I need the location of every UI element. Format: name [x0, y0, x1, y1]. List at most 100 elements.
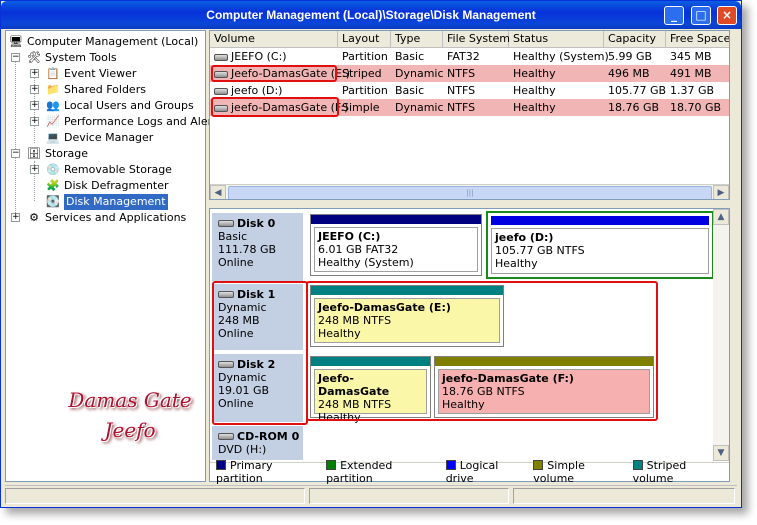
horizontal-scrollbar[interactable]: ◀ ||| ▶: [210, 184, 729, 199]
details-pane: Volume Layout Type File System Status Ca…: [209, 30, 737, 485]
watermark-line: Damas Gate: [68, 388, 192, 412]
users-icon: 👥: [46, 99, 60, 112]
volume-list-header: Volume Layout Type File System Status Ca…: [210, 31, 729, 48]
expand-icon[interactable]: +: [30, 69, 39, 78]
tree-item-event-viewer[interactable]: 📋 Event Viewer: [45, 66, 136, 82]
scroll-right-icon[interactable]: ▶: [713, 185, 729, 199]
primary-partition-bar: [491, 216, 709, 225]
collapse-icon[interactable]: −: [11, 149, 20, 158]
disk-name: CD-ROM 0: [237, 430, 300, 443]
expand-icon[interactable]: +: [11, 213, 20, 222]
cdrom-label[interactable]: CD-ROM 0 DVD (H:): [212, 426, 304, 460]
main-window: Computer Management (Local)\Storage\Disk…: [0, 0, 742, 508]
annotation-box: [211, 97, 339, 117]
defragmenter-icon: 🧩: [46, 179, 60, 192]
close-button[interactable]: ×: [717, 6, 737, 25]
volume-icon: [214, 54, 228, 61]
expand-icon[interactable]: +: [30, 117, 39, 126]
tree-item-removable-storage[interactable]: 💿 Removable Storage: [45, 162, 172, 178]
column-header-free-space[interactable]: Free Space: [666, 31, 729, 48]
watermark: Damas Gate Jeefo: [55, 385, 205, 445]
computer-icon: 🖥: [9, 35, 23, 48]
expand-icon[interactable]: +: [30, 85, 39, 94]
vertical-scrollbar[interactable]: ▲ ▼: [713, 209, 729, 461]
scroll-thumb[interactable]: |||: [228, 186, 712, 199]
tree-item-label: Computer Management (Local): [27, 35, 199, 48]
tree-item-storage[interactable]: 🗄 Storage: [26, 146, 88, 162]
legend-item: Primary partition: [216, 459, 321, 485]
maximize-button[interactable]: □: [691, 6, 711, 25]
column-header-volume[interactable]: Volume: [210, 31, 338, 48]
tree-item-root[interactable]: 🖥 Computer Management (Local): [8, 34, 198, 50]
partition-d[interactable]: jeefo (D:) 105.77 GB NTFS Healthy: [486, 211, 714, 279]
logical-swatch: [445, 460, 456, 470]
free-space-cell: 345 MB: [670, 50, 712, 63]
minimize-button[interactable]: _: [664, 6, 684, 25]
free-space-cell: 491 MB: [670, 67, 712, 80]
column-header-file-system[interactable]: File System: [443, 31, 510, 48]
tree-item-label: Device Manager: [64, 131, 154, 144]
partition-name: JEEFO (C:): [318, 230, 381, 243]
status-pane: [309, 488, 509, 504]
device-manager-icon: 💻: [46, 131, 60, 144]
tree-item-system-tools[interactable]: 🛠 System Tools: [26, 50, 117, 66]
filesystem-cell: NTFS: [447, 101, 476, 114]
tools-icon: 🛠: [27, 51, 41, 64]
tree-item-label: Disk Defragmenter: [64, 179, 169, 192]
disk-type: Basic: [218, 230, 248, 243]
tree-item-disk-management[interactable]: 💽 Disk Management: [45, 194, 168, 210]
disk-type: DVD (H:): [218, 443, 267, 456]
volume-name: JEEFO (C:): [231, 50, 287, 63]
column-header-capacity[interactable]: Capacity: [604, 31, 666, 48]
scroll-up-icon[interactable]: ▲: [713, 209, 729, 225]
tree-item-disk-defragmenter[interactable]: 🧩 Disk Defragmenter: [45, 178, 169, 194]
tree-item-shared-folders[interactable]: 📁 Shared Folders: [45, 82, 146, 98]
partition-size: 6.01 GB FAT32: [318, 243, 399, 256]
column-header-status[interactable]: Status: [509, 31, 604, 48]
legend-item: Logical drive: [445, 459, 529, 485]
volume-list[interactable]: Volume Layout Type File System Status Ca…: [209, 30, 730, 200]
column-header-type[interactable]: Type: [391, 31, 443, 48]
layout-cell: Striped: [342, 67, 382, 80]
extended-swatch: [326, 460, 337, 470]
title-bar[interactable]: Computer Management (Local)\Storage\Disk…: [1, 1, 741, 29]
column-header-layout[interactable]: Layout: [338, 31, 391, 48]
partition-size: 105.77 GB NTFS: [495, 244, 585, 257]
status-cell: Healthy (System): [513, 50, 609, 63]
partition-status: Healthy (System): [318, 256, 414, 269]
free-space-cell: 1.37 GB: [670, 84, 715, 97]
services-icon: ⚙: [29, 211, 39, 224]
disk-status: Online: [218, 256, 254, 269]
status-pane: [513, 488, 735, 504]
tree-item-label: Local Users and Groups: [64, 99, 194, 112]
disk-0-label[interactable]: Disk 0 Basic 111.78 GB Online: [212, 213, 304, 281]
tree-item-services[interactable]: ⚙ Services and Applications: [26, 210, 186, 226]
disk-graphical-view[interactable]: Disk 0 Basic 111.78 GB Online JEEFO (C:)…: [209, 208, 730, 485]
capacity-cell: 496 MB: [608, 67, 650, 80]
tree-item-device-manager[interactable]: 💻 Device Manager: [45, 130, 153, 146]
status-bar: [5, 485, 737, 505]
legend-item: Extended partition: [326, 459, 441, 485]
annotation-box: [212, 281, 308, 425]
expand-icon[interactable]: +: [30, 101, 39, 110]
annotation-box: [306, 281, 658, 421]
tree-item-local-users[interactable]: 👥 Local Users and Groups: [45, 98, 194, 114]
capacity-cell: 5.99 GB: [608, 50, 653, 63]
partition-c[interactable]: JEEFO (C:) 6.01 GB FAT32 Healthy (System…: [310, 214, 482, 276]
expand-icon[interactable]: +: [30, 165, 39, 174]
tree-item-perf-logs[interactable]: 📈 Performance Logs and Alerts: [45, 114, 222, 130]
type-cell: Basic: [395, 84, 425, 97]
primary-partition-bar: [311, 215, 481, 224]
layout-cell: Partition: [342, 50, 388, 63]
collapse-icon[interactable]: −: [11, 53, 20, 62]
table-row[interactable]: JEEFO (C:) Partition Basic FAT32 Healthy…: [210, 48, 729, 65]
scroll-left-icon[interactable]: ◀: [210, 185, 226, 199]
disk-icon: [218, 220, 234, 227]
type-cell: Basic: [395, 50, 425, 63]
primary-swatch: [216, 460, 226, 470]
volume-icon: [214, 88, 228, 95]
event-viewer-icon: 📋: [46, 67, 60, 80]
type-cell: Dynamic: [395, 67, 444, 80]
capacity-cell: 18.76 GB: [608, 101, 660, 114]
striped-swatch: [632, 460, 643, 470]
